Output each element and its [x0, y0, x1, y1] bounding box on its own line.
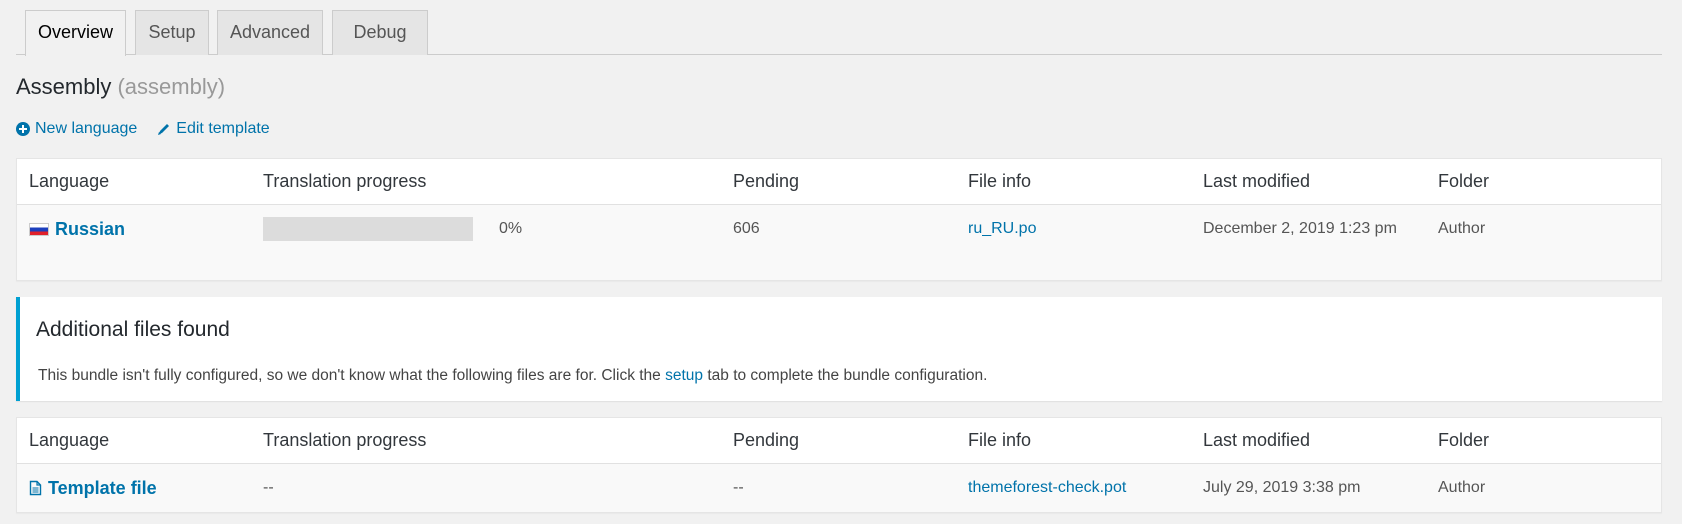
tab-bar: Overview Setup Advanced Debug [16, 10, 1662, 56]
new-language-label: New language [35, 120, 138, 137]
folder: Author [1438, 220, 1486, 237]
column-last-modified: Last modified [1203, 430, 1311, 450]
tab-setup[interactable]: Setup [135, 10, 209, 55]
column-translation-progress: Translation progress [263, 171, 427, 191]
file-link[interactable]: ru_RU.po [968, 220, 1036, 237]
column-file-info: File info [968, 171, 1032, 191]
last-modified: July 29, 2019 3:38 pm [1203, 479, 1361, 496]
tab-advanced[interactable]: Advanced [217, 10, 323, 55]
notice-text: This bundle isn't fully configured, so w… [38, 367, 987, 385]
bundle-slug: (assembly) [117, 74, 226, 99]
page-title: Assembly (assembly) [16, 74, 225, 100]
column-pending: Pending [733, 430, 800, 450]
pencil-icon [158, 124, 170, 135]
edit-template-label: Edit template [176, 120, 270, 137]
file-info-cell: ru_RU.po [968, 205, 1036, 253]
progress-percent: 0% [499, 220, 523, 237]
additional-files-table: Language Translation progress Pending Fi… [16, 417, 1662, 513]
table-row: Template file -- -- themeforest-check.po… [17, 464, 1661, 514]
file-icon [29, 480, 42, 496]
file-link[interactable]: themeforest-check.pot [968, 479, 1126, 496]
language-cell: Template file [29, 464, 157, 512]
column-folder: Folder [1438, 430, 1490, 450]
pending-count: 606 [733, 220, 760, 237]
pending-count: -- [733, 479, 744, 496]
language-name: Template file [48, 478, 157, 498]
setup-link[interactable]: setup [665, 367, 703, 384]
notice-text-before: This bundle isn't fully configured, so w… [38, 367, 666, 384]
action-links: New language Edit template [16, 120, 270, 138]
folder: Author [1438, 479, 1486, 496]
bundle-name: Assembly [16, 74, 112, 99]
table-header: Language Translation progress Pending Fi… [17, 418, 1661, 464]
table-header: Language Translation progress Pending Fi… [17, 159, 1661, 205]
progress-value: -- [263, 479, 274, 496]
language-link[interactable]: Russian [29, 205, 125, 253]
language-name: Russian [55, 219, 126, 239]
languages-table: Language Translation progress Pending Fi… [16, 158, 1662, 281]
file-info-cell: themeforest-check.pot [968, 464, 1126, 512]
column-translation-progress: Translation progress [263, 430, 427, 450]
new-language-link[interactable]: New language [16, 120, 137, 138]
column-folder: Folder [1438, 171, 1490, 191]
tab-debug[interactable]: Debug [332, 10, 428, 55]
column-language: Language [29, 171, 110, 191]
column-file-info: File info [968, 430, 1032, 450]
column-pending: Pending [733, 171, 800, 191]
ru-flag-icon [29, 222, 49, 236]
table-row: Russian 0% 606 ru_RU.po December 2, 2019… [17, 205, 1661, 255]
template-file-link[interactable]: Template file [29, 464, 157, 512]
column-last-modified: Last modified [1203, 171, 1311, 191]
column-language: Language [29, 430, 110, 450]
progress-bar [263, 217, 473, 241]
additional-files-notice: Additional files found This bundle isn't… [16, 297, 1662, 401]
language-cell: Russian [29, 205, 125, 253]
notice-title: Additional files found [36, 318, 230, 341]
plus-circle-icon [16, 122, 30, 136]
edit-template-link[interactable]: Edit template [157, 120, 270, 138]
tab-overview[interactable]: Overview [25, 10, 126, 56]
last-modified: December 2, 2019 1:23 pm [1203, 220, 1397, 237]
notice-text-after: tab to complete the bundle configuration… [703, 367, 988, 384]
